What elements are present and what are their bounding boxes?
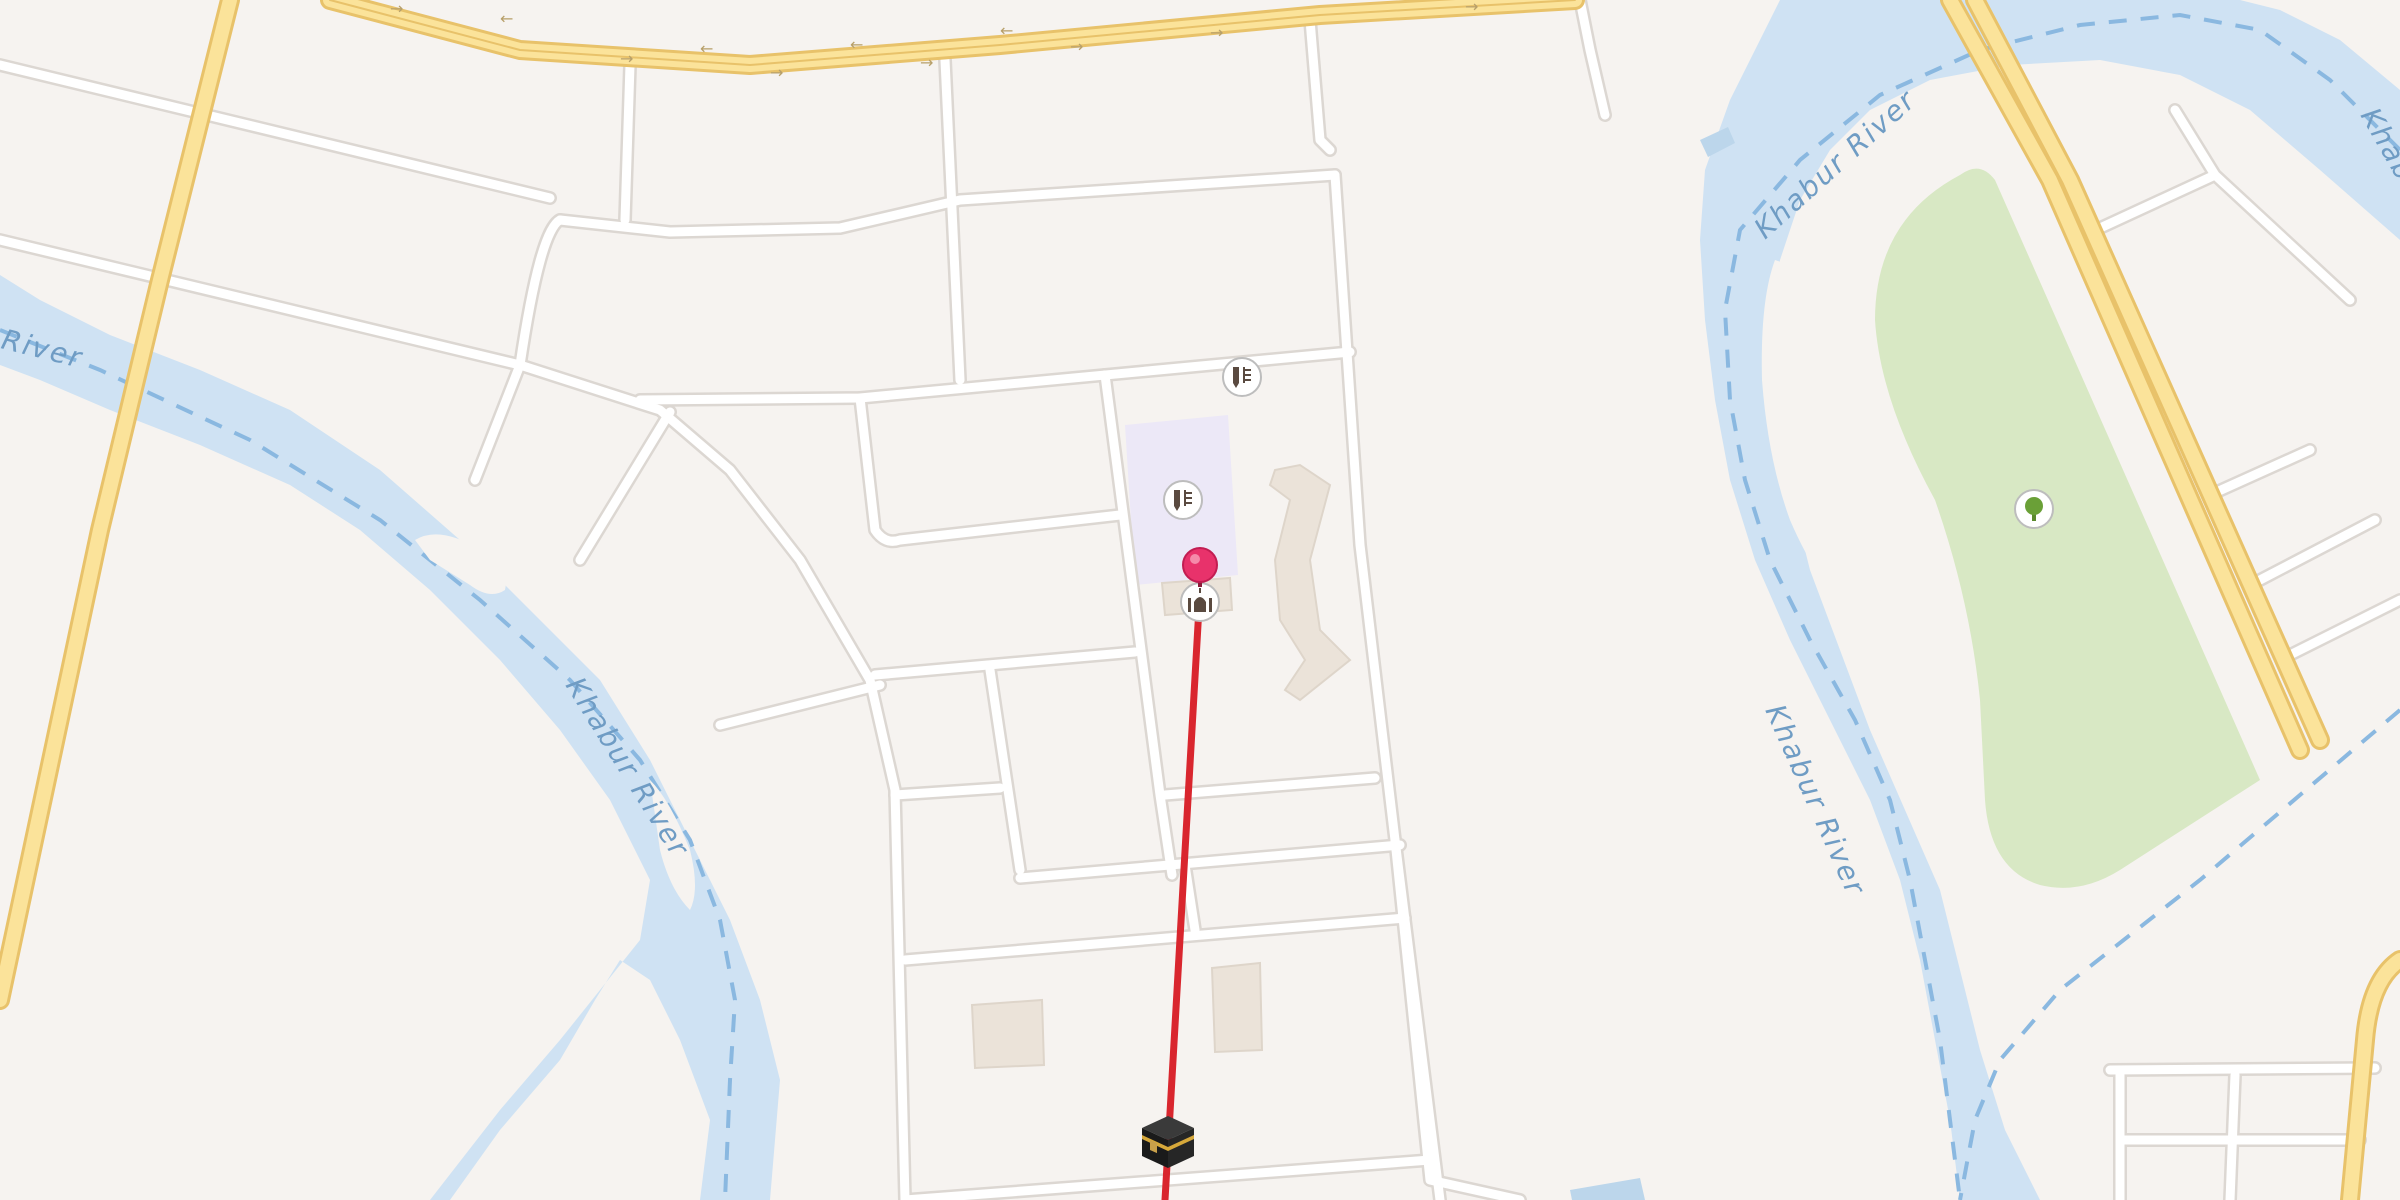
svg-text:←: ← (1000, 21, 1013, 40)
svg-text:←: ← (850, 35, 863, 54)
school-poi-north[interactable] (1222, 357, 1262, 397)
mosque-poi[interactable] (1180, 582, 1220, 622)
park-poi[interactable] (2014, 489, 2054, 529)
svg-text:←: ← (700, 39, 713, 58)
map-canvas[interactable]: → ← → ← → ← → ← → → → River Khabur River… (0, 0, 2400, 1200)
school-poi-mid[interactable] (1163, 480, 1203, 520)
svg-text:→: → (770, 63, 783, 82)
svg-text:→: → (390, 0, 403, 18)
svg-text:→: → (1070, 37, 1083, 56)
svg-text:→: → (1465, 0, 1478, 16)
svg-text:→: → (1210, 23, 1223, 42)
svg-text:←: ← (500, 9, 513, 28)
building-3 (1210, 961, 1264, 1054)
building-4 (970, 998, 1046, 1070)
svg-text:→: → (620, 49, 633, 68)
pin-highlight (1190, 554, 1200, 564)
location-pin-icon (1182, 547, 1218, 583)
svg-text:→: → (920, 53, 933, 72)
